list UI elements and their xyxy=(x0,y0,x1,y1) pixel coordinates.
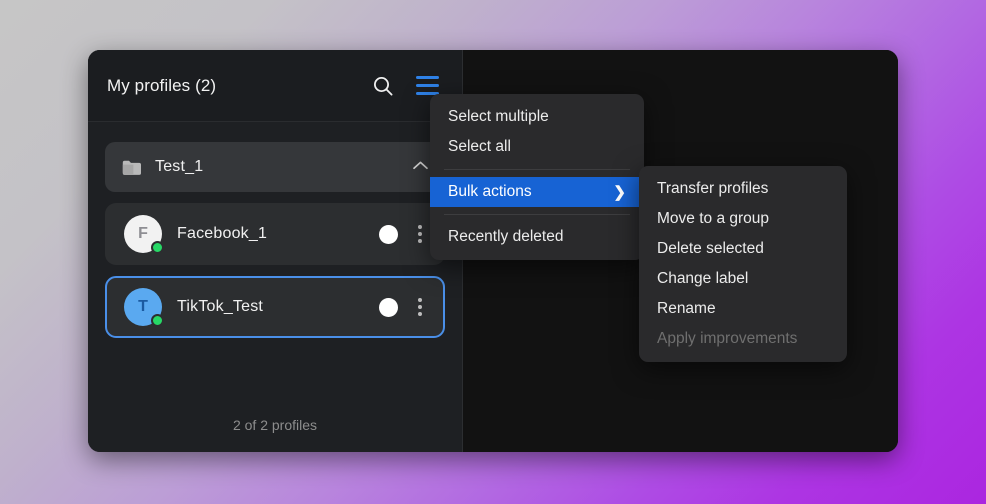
menu-item-label: Move to a group xyxy=(657,210,769,228)
menu-item-bulk-actions[interactable]: Bulk actions ❯ xyxy=(430,177,644,207)
main-dropdown-menu: Select multiple Select all Bulk actions … xyxy=(430,94,644,260)
menu-item-select-multiple[interactable]: Select multiple xyxy=(430,102,644,132)
submenu-item-apply-improvements: Apply improvements xyxy=(639,324,847,354)
menu-item-label: Change label xyxy=(657,270,748,288)
group-row-test-1[interactable]: Test_1 xyxy=(105,142,445,192)
menu-item-label: Delete selected xyxy=(657,240,764,258)
page-title: My profiles (2) xyxy=(107,76,370,96)
avatar: F xyxy=(124,215,162,253)
menu-item-label: Bulk actions xyxy=(448,183,532,201)
menu-item-label: Transfer profiles xyxy=(657,180,768,198)
sidebar-body: Test_1 F Facebook_1 xyxy=(88,122,462,398)
menu-item-label: Recently deleted xyxy=(448,228,563,246)
menu-divider xyxy=(444,214,630,215)
profile-toggle[interactable] xyxy=(379,225,398,244)
chevron-up-icon[interactable] xyxy=(412,158,429,176)
submenu-item-transfer-profiles[interactable]: Transfer profiles xyxy=(639,174,847,204)
avatar: T xyxy=(124,288,162,326)
profile-toggle[interactable] xyxy=(379,298,398,317)
profiles-sidebar: My profiles (2) xyxy=(88,50,463,452)
profile-row-tiktok-test[interactable]: T TikTok_Test xyxy=(105,276,445,338)
profiles-count-footer: 2 of 2 profiles xyxy=(88,398,462,452)
profile-name: TikTok_Test xyxy=(177,298,379,316)
submenu-item-move-to-a-group[interactable]: Move to a group xyxy=(639,204,847,234)
hamburger-bars xyxy=(416,76,439,95)
submenu-item-delete-selected[interactable]: Delete selected xyxy=(639,234,847,264)
status-dot-online xyxy=(151,241,164,254)
submenu-item-rename[interactable]: Rename xyxy=(639,294,847,324)
bulk-actions-submenu: Transfer profiles Move to a group Delete… xyxy=(639,166,847,362)
status-dot-online xyxy=(151,314,164,327)
menu-item-label: Rename xyxy=(657,300,716,318)
header-actions xyxy=(370,73,440,99)
profile-row-facebook-1[interactable]: F Facebook_1 xyxy=(105,203,445,265)
sidebar-header: My profiles (2) xyxy=(88,50,462,122)
folder-icon xyxy=(121,159,142,176)
profile-name: Facebook_1 xyxy=(177,225,379,243)
submenu-item-change-label[interactable]: Change label xyxy=(639,264,847,294)
menu-item-select-all[interactable]: Select all xyxy=(430,132,644,162)
search-icon[interactable] xyxy=(370,73,396,99)
profile-more-options-icon[interactable] xyxy=(411,221,429,247)
menu-item-label: Select all xyxy=(448,138,511,156)
menu-item-label: Select multiple xyxy=(448,108,549,126)
profile-more-options-icon[interactable] xyxy=(411,294,429,320)
menu-item-recently-deleted[interactable]: Recently deleted xyxy=(430,222,644,252)
menu-item-label: Apply improvements xyxy=(657,330,797,348)
chevron-right-icon: ❯ xyxy=(613,183,626,201)
group-name: Test_1 xyxy=(155,158,412,176)
menu-divider xyxy=(444,169,630,170)
